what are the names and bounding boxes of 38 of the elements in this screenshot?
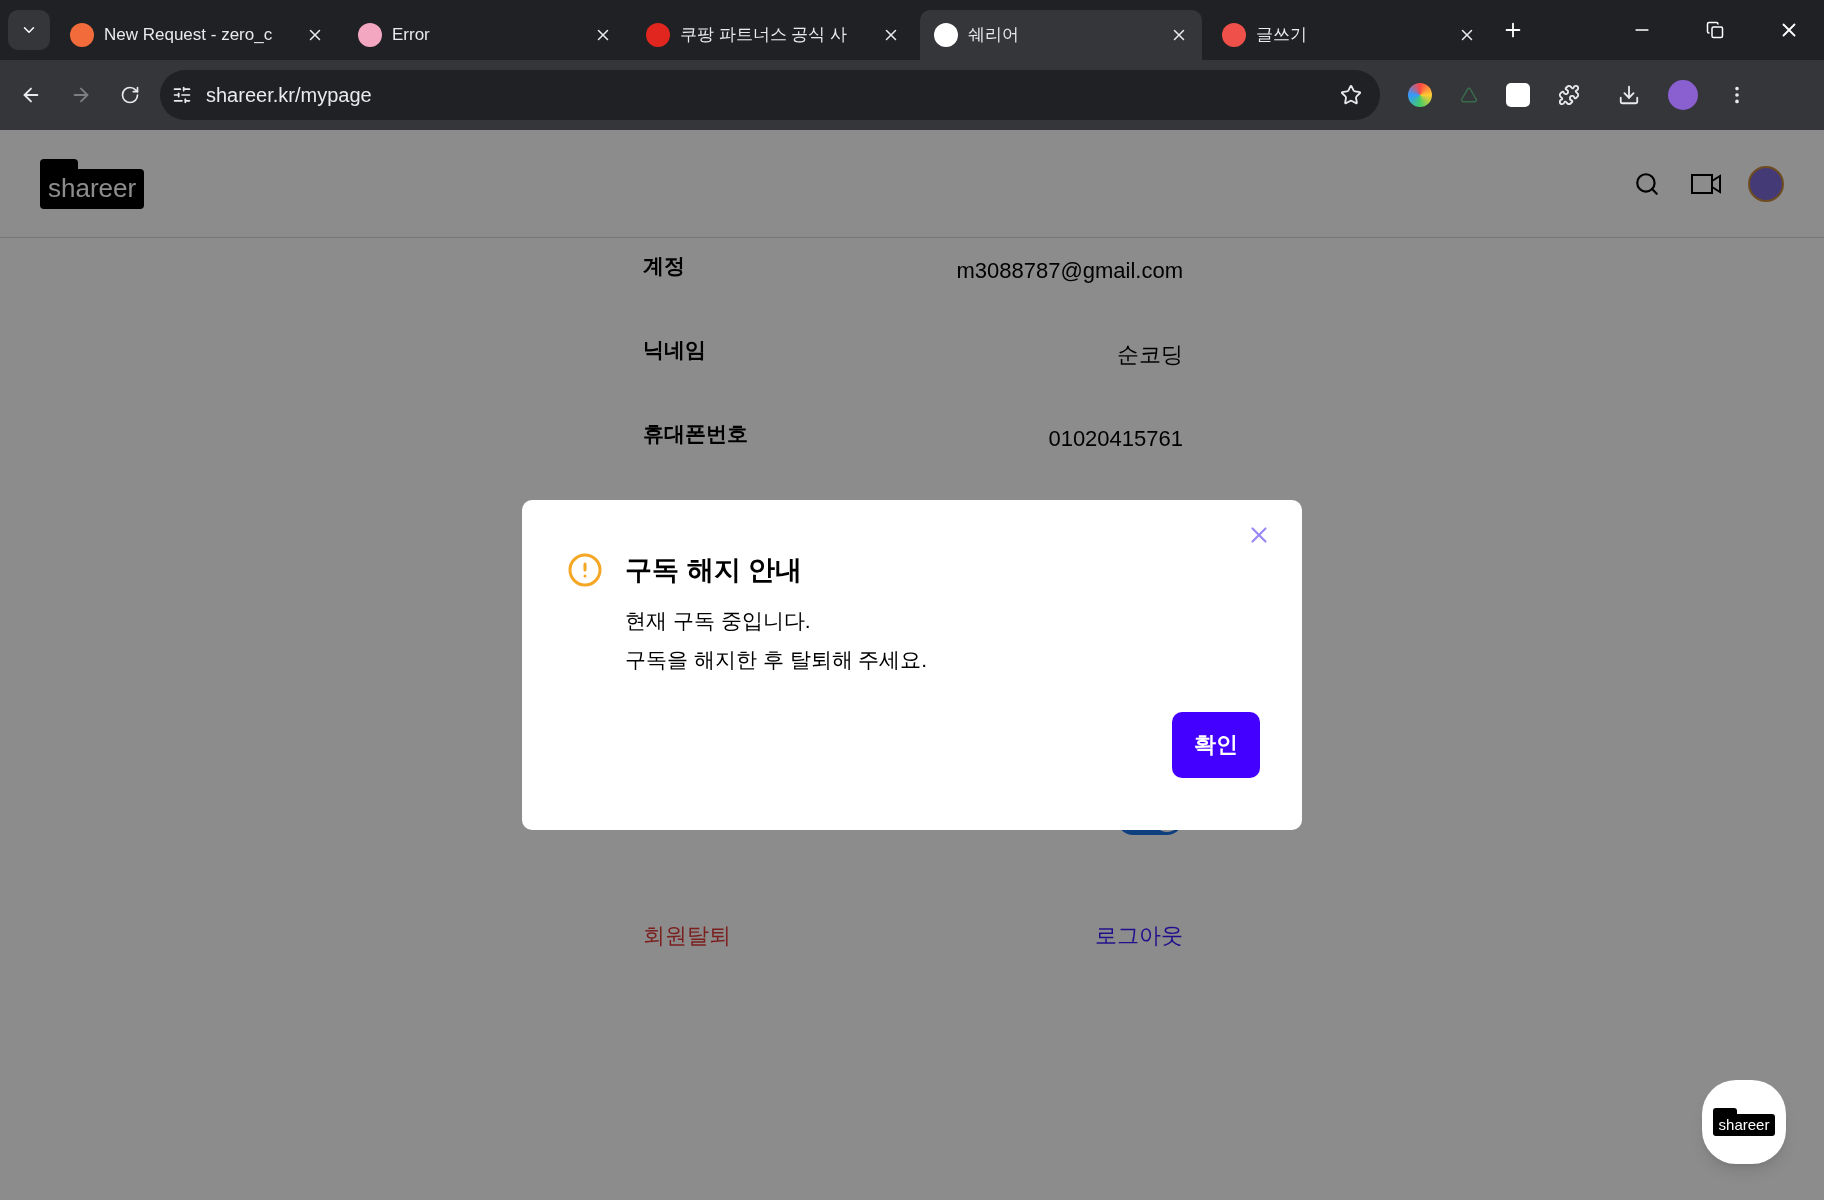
field-value: m3088787@gmail.com [956, 257, 1183, 285]
bookmark-icon[interactable] [1340, 84, 1362, 106]
site-settings-icon[interactable] [172, 85, 192, 105]
site-icon [934, 23, 958, 47]
warning-icon [567, 552, 603, 589]
search-icon[interactable] [1634, 170, 1660, 197]
extensions-icon[interactable] [1558, 84, 1580, 106]
shareer-logo: shareer [1712, 1108, 1776, 1136]
browser-tab[interactable]: Error [344, 10, 626, 60]
dialog-title: 구독 해지 안내 [625, 554, 802, 587]
floating-button[interactable]: shareer [1702, 1080, 1786, 1164]
site-icon [646, 23, 670, 47]
video-icon[interactable] [1690, 171, 1722, 196]
extension-icon[interactable] [1506, 83, 1530, 107]
site-icon [358, 23, 382, 47]
reload-icon[interactable] [120, 85, 140, 105]
field-label: 닉네임 [643, 337, 706, 363]
logout-link[interactable]: 로그아웃 [1095, 919, 1183, 952]
browser-tab[interactable]: 글쓰기 [1208, 10, 1490, 60]
dialog-message: 구독을 해지한 후 탈퇴해 주세요. [625, 647, 929, 673]
site-icon [1222, 23, 1246, 47]
dialog-message: 현재 구독 중입니다. [625, 607, 812, 634]
address-bar[interactable]: shareer.kr/mypage [160, 70, 1380, 120]
extension-icon[interactable] [1408, 83, 1432, 107]
field-value: 순코딩 [1117, 341, 1183, 369]
field-value: 01020415761 [1048, 425, 1183, 453]
user-avatar[interactable] [1748, 165, 1784, 202]
field-label: 계정 [643, 253, 685, 279]
confirm-button[interactable]: 확인 [1172, 711, 1260, 778]
download-icon[interactable] [1618, 84, 1640, 106]
shareer-logo: shareer [40, 158, 145, 209]
browser-tab[interactable]: New Request - zero_c [56, 10, 338, 60]
restore-icon[interactable] [1706, 21, 1724, 39]
field-label: 휴대폰번호 [643, 421, 748, 447]
profile-avatar[interactable] [1668, 80, 1698, 110]
browser-tab[interactable]: 쉐리어 [920, 10, 1202, 60]
browser-tab[interactable]: 쿠팡 파트너스 공식 사 [632, 10, 914, 60]
site-icon [70, 23, 94, 47]
